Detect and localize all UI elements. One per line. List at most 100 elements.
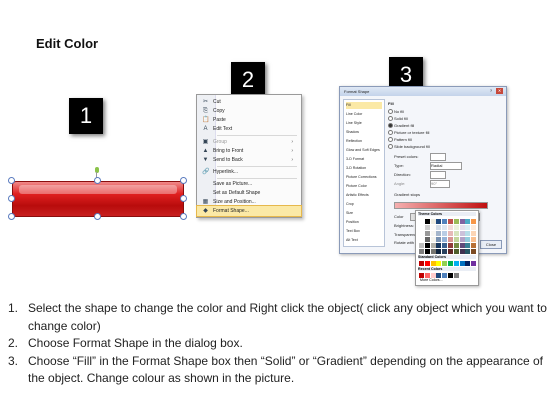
- color-swatch[interactable]: [419, 273, 424, 278]
- color-swatch[interactable]: [448, 249, 453, 254]
- color-swatch[interactable]: [459, 237, 465, 242]
- radio-no-fill[interactable]: [388, 109, 393, 114]
- gradient-stops-bar[interactable]: [394, 202, 488, 209]
- category-shadow[interactable]: Shadow: [346, 129, 382, 136]
- color-swatch[interactable]: [424, 249, 430, 254]
- color-swatch[interactable]: [430, 273, 436, 278]
- category-fill[interactable]: Fill: [346, 102, 382, 109]
- color-swatch[interactable]: [424, 231, 430, 236]
- color-swatch[interactable]: [453, 231, 459, 236]
- color-swatch[interactable]: [442, 237, 448, 242]
- color-swatch[interactable]: [471, 237, 477, 242]
- color-swatch[interactable]: [448, 273, 453, 278]
- category-line-style[interactable]: Line Style: [346, 120, 382, 127]
- color-swatch[interactable]: [430, 231, 436, 236]
- category-picture-corrections[interactable]: Picture Corrections: [346, 174, 382, 181]
- category-artistic-effects[interactable]: Artistic Effects: [346, 192, 382, 199]
- category-glow[interactable]: Glow and Soft Edges: [346, 147, 382, 154]
- radio-pattern-fill[interactable]: [388, 137, 393, 142]
- menu-item-hyperlink[interactable]: 🔗 Hyperlink...: [197, 167, 301, 177]
- color-swatch[interactable]: [436, 231, 442, 236]
- color-swatch[interactable]: [430, 219, 436, 224]
- color-swatch[interactable]: [424, 237, 430, 242]
- close-button[interactable]: Close: [480, 240, 502, 249]
- color-swatch[interactable]: [471, 249, 477, 254]
- color-swatch[interactable]: [419, 237, 424, 242]
- color-swatch[interactable]: [419, 231, 424, 236]
- color-swatch[interactable]: [419, 243, 424, 248]
- color-swatch[interactable]: [448, 231, 453, 236]
- color-swatch[interactable]: [430, 237, 436, 242]
- color-swatch[interactable]: [453, 219, 459, 224]
- color-swatch[interactable]: [424, 273, 430, 278]
- color-swatch[interactable]: [465, 231, 471, 236]
- radio-picture-fill[interactable]: [388, 130, 393, 135]
- color-swatch[interactable]: [453, 243, 459, 248]
- category-3d-format[interactable]: 3-D Format: [346, 156, 382, 163]
- direction-dropdown[interactable]: [430, 171, 446, 179]
- color-swatch[interactable]: [465, 249, 471, 254]
- resize-handle[interactable]: [94, 213, 101, 220]
- color-swatch[interactable]: [442, 225, 448, 230]
- category-3d-rotation[interactable]: 3-D Rotation: [346, 165, 382, 172]
- radio-solid-fill[interactable]: [388, 116, 393, 121]
- color-swatch[interactable]: [453, 273, 459, 278]
- category-line-color[interactable]: Line Color: [346, 111, 382, 118]
- radio-gradient-fill[interactable]: [388, 123, 393, 128]
- color-swatch[interactable]: [459, 219, 465, 224]
- resize-handle[interactable]: [180, 213, 187, 220]
- color-swatch[interactable]: [424, 225, 430, 230]
- color-swatch[interactable]: [424, 261, 430, 266]
- category-crop[interactable]: Crop: [346, 201, 382, 208]
- color-swatch[interactable]: [471, 219, 477, 224]
- color-swatch[interactable]: [453, 249, 459, 254]
- color-swatch[interactable]: [448, 243, 453, 248]
- color-swatch[interactable]: [436, 225, 442, 230]
- help-icon[interactable]: ?: [488, 88, 494, 94]
- color-swatch[interactable]: [424, 243, 430, 248]
- color-swatch[interactable]: [419, 225, 424, 230]
- resize-handle[interactable]: [94, 177, 101, 184]
- radio-slide-background-fill[interactable]: [388, 144, 393, 149]
- color-swatch[interactable]: [459, 243, 465, 248]
- color-swatch[interactable]: [453, 237, 459, 242]
- color-swatch[interactable]: [419, 219, 424, 224]
- color-swatch[interactable]: [436, 273, 442, 278]
- color-swatch[interactable]: [471, 231, 477, 236]
- resize-handle[interactable]: [8, 213, 15, 220]
- color-swatch[interactable]: [442, 249, 448, 254]
- color-swatch[interactable]: [442, 261, 448, 266]
- color-swatch[interactable]: [442, 273, 448, 278]
- color-swatch[interactable]: [436, 243, 442, 248]
- color-swatch[interactable]: [430, 249, 436, 254]
- color-swatch[interactable]: [471, 243, 477, 248]
- menu-item-edit-text[interactable]: A Edit Text: [197, 124, 301, 134]
- color-swatch[interactable]: [419, 249, 424, 254]
- category-size[interactable]: Size: [346, 210, 382, 217]
- color-swatch[interactable]: [453, 225, 459, 230]
- type-dropdown[interactable]: Radial: [430, 162, 462, 170]
- close-icon[interactable]: ✕: [496, 88, 503, 94]
- resize-handle[interactable]: [180, 177, 187, 184]
- category-text-box[interactable]: Text Box: [346, 228, 382, 235]
- color-swatch[interactable]: [430, 243, 436, 248]
- color-swatch[interactable]: [459, 231, 465, 236]
- color-swatch[interactable]: [442, 231, 448, 236]
- color-swatch[interactable]: [459, 261, 465, 266]
- color-swatch[interactable]: [465, 225, 471, 230]
- resize-handle[interactable]: [180, 195, 187, 202]
- more-colors-link[interactable]: More Colors...: [420, 278, 443, 282]
- menu-item-send-to-back[interactable]: ▼ Send to Back ›: [197, 155, 301, 165]
- color-swatch[interactable]: [448, 225, 453, 230]
- color-swatch[interactable]: [442, 243, 448, 248]
- angle-input[interactable]: 90°: [430, 180, 450, 188]
- color-swatch[interactable]: [448, 237, 453, 242]
- category-position[interactable]: Position: [346, 219, 382, 226]
- color-swatch[interactable]: [465, 237, 471, 242]
- preset-dropdown[interactable]: [430, 153, 446, 161]
- color-swatch[interactable]: [436, 237, 442, 242]
- color-swatch[interactable]: [442, 219, 448, 224]
- resize-handle[interactable]: [8, 177, 15, 184]
- color-swatch[interactable]: [471, 225, 477, 230]
- color-swatch[interactable]: [459, 225, 465, 230]
